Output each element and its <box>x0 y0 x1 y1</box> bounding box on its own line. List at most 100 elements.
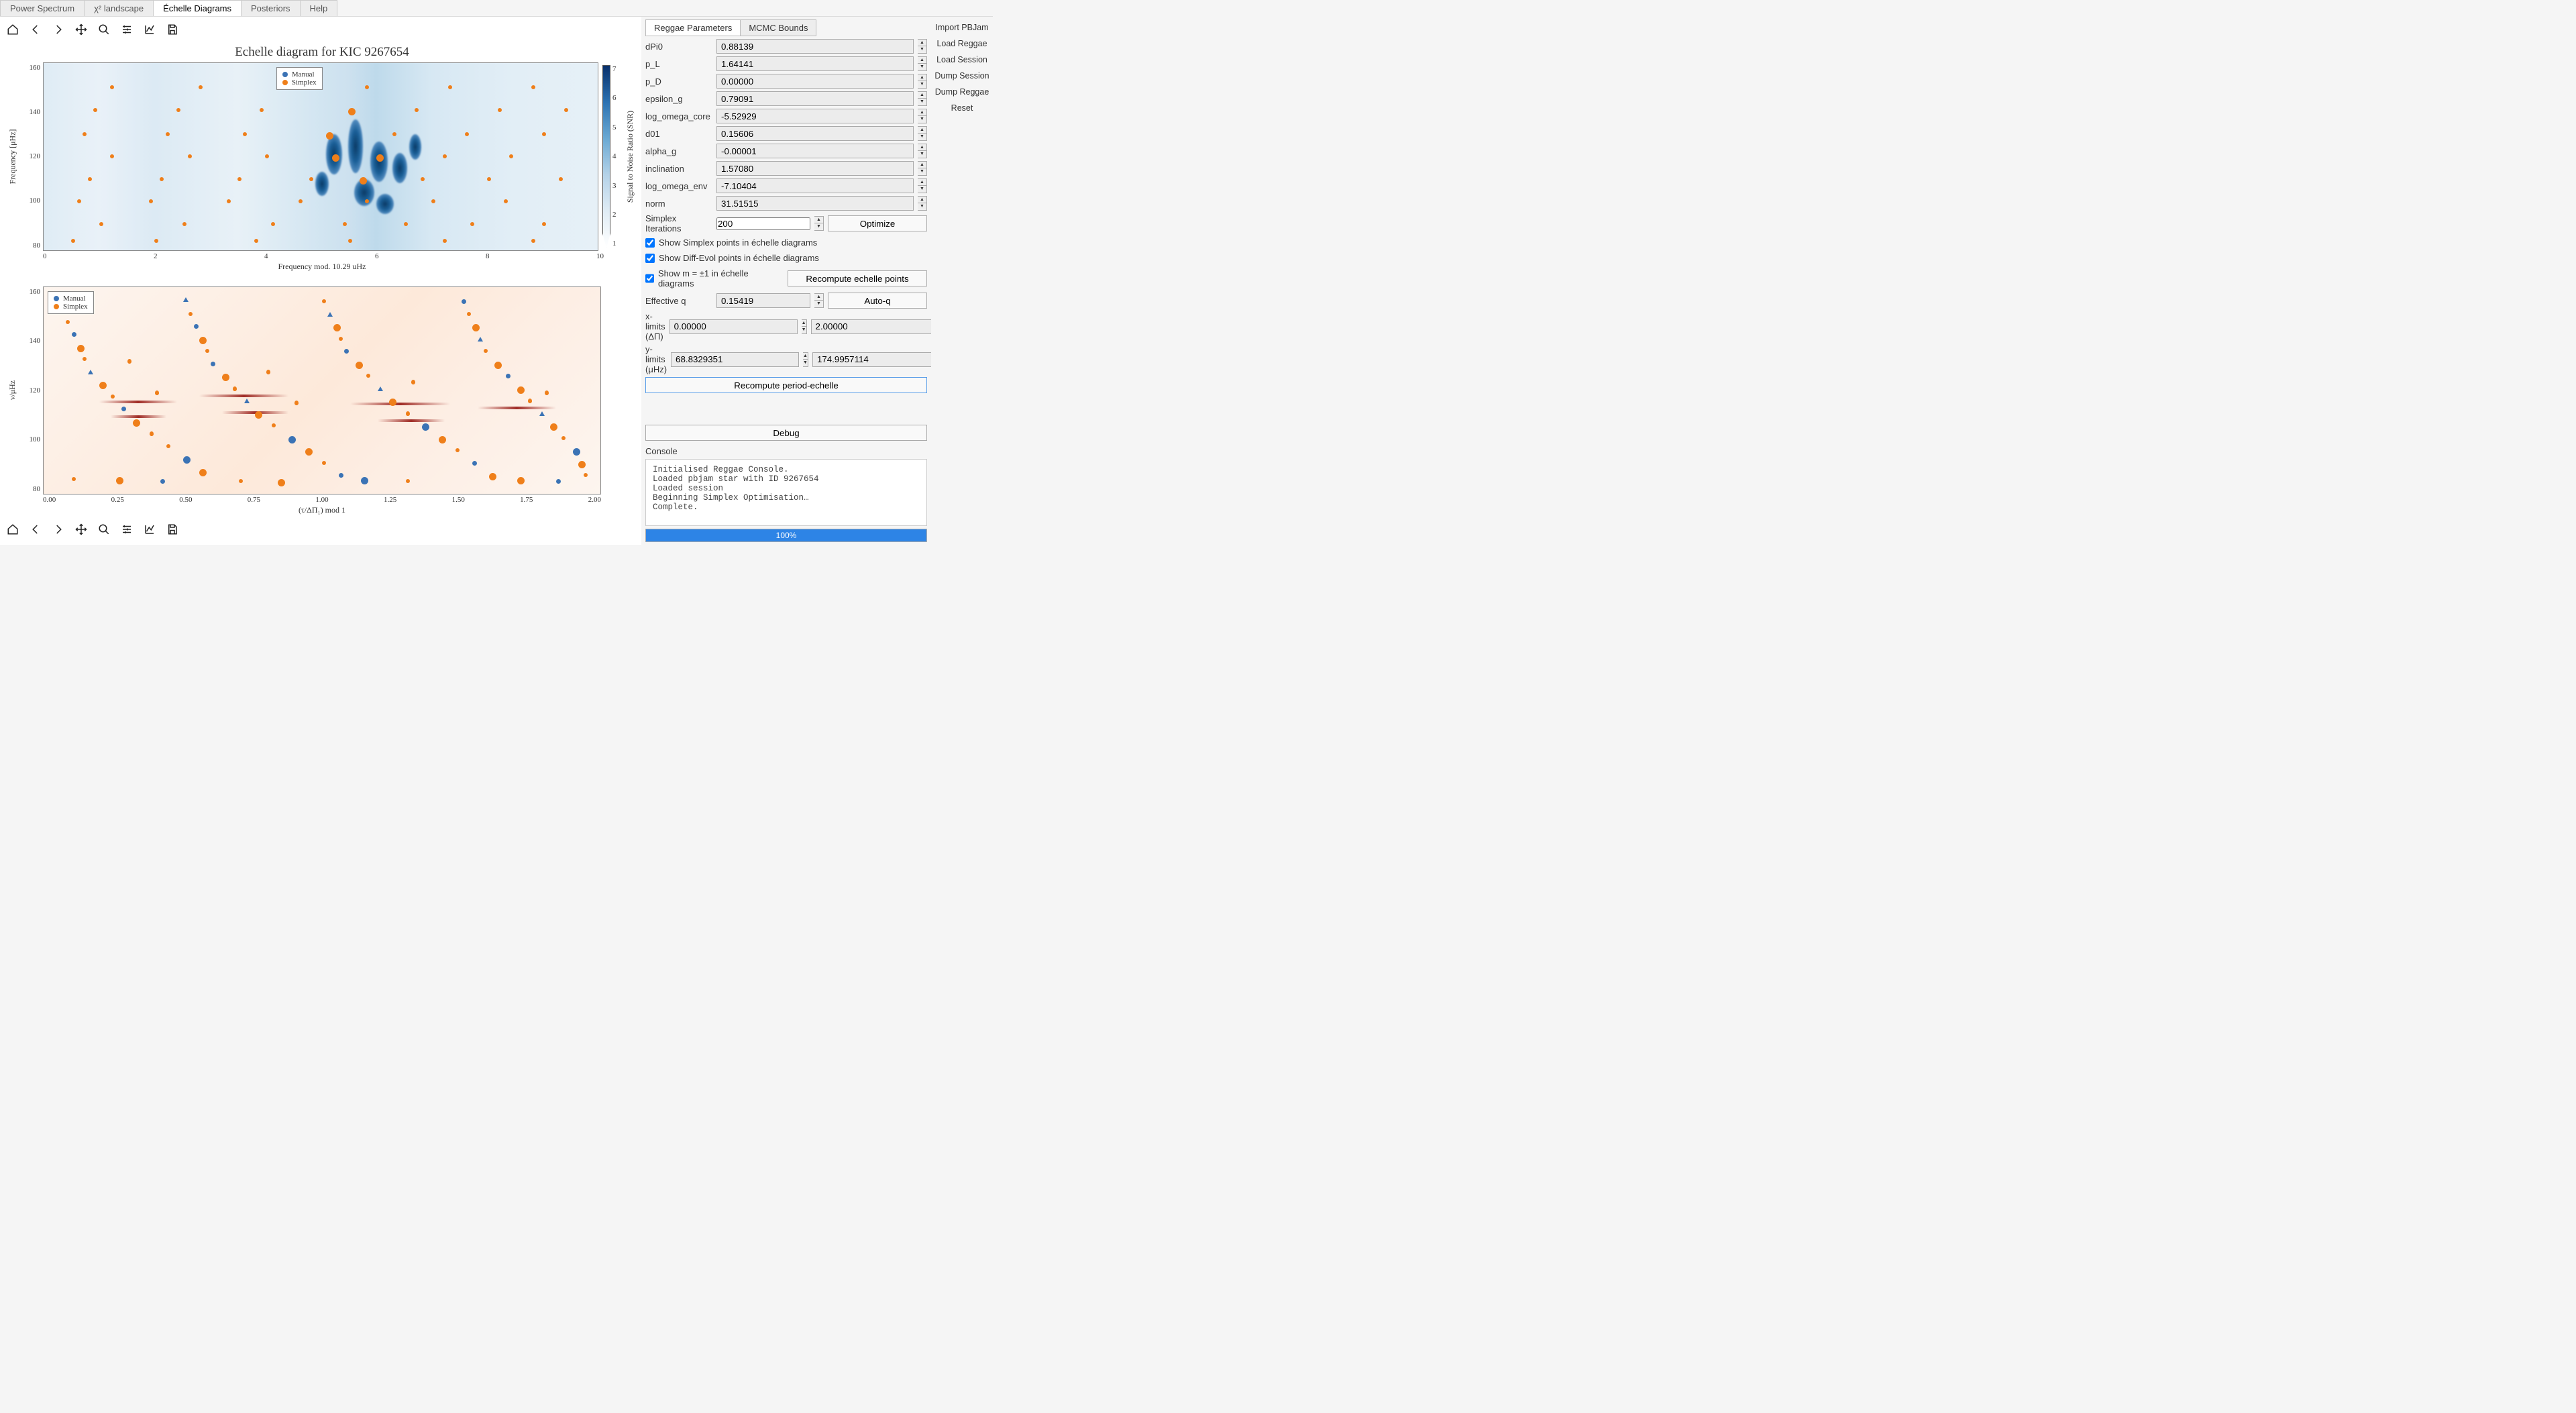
dpi0-spinner[interactable]: ▲▼ <box>918 39 927 54</box>
right-panel: Reggae Parameters MCMC Bounds dPi0▲▼ p_L… <box>641 17 931 545</box>
ylimits-lo-input[interactable] <box>671 352 799 367</box>
period-echelle-chart: ν/μHz 80100120140160 Manual Simplex <box>3 286 641 517</box>
pl-input[interactable] <box>716 56 914 71</box>
show-diffevol-label: Show Diff-Evol points in échelle diagram… <box>659 253 819 263</box>
simplex-iter-input[interactable] <box>716 217 810 230</box>
log-omega-env-label: log_omega_env <box>645 181 712 191</box>
chart2-legend: Manual Simplex <box>48 291 94 314</box>
save-icon[interactable] <box>165 22 180 37</box>
reset-button[interactable]: Reset <box>934 101 990 115</box>
norm-label: norm <box>645 199 712 209</box>
chart1-colorbar: 1234567 <box>598 62 625 251</box>
xlimits-label: x-limits (ΔΠ) <box>645 311 665 342</box>
main-tabs: Power Spectrum χ² landscape Échelle Diag… <box>0 0 993 17</box>
alpha-g-spinner[interactable]: ▲▼ <box>918 144 927 158</box>
zoom-icon[interactable] <box>97 22 111 37</box>
inclination-input[interactable] <box>716 161 914 176</box>
xlimits-lo-input[interactable] <box>669 319 798 334</box>
debug-button[interactable]: Debug <box>645 425 927 441</box>
d01-label: d01 <box>645 129 712 139</box>
show-diffevol-check[interactable] <box>645 254 655 263</box>
back-icon[interactable] <box>28 522 43 537</box>
configure-icon[interactable] <box>119 22 134 37</box>
mpl-toolbar-top <box>3 17 641 42</box>
pan-icon[interactable] <box>74 22 89 37</box>
tab-power-spectrum[interactable]: Power Spectrum <box>0 0 85 16</box>
pl-spinner[interactable]: ▲▼ <box>918 56 927 71</box>
chart2-canvas[interactable]: Manual Simplex <box>43 286 601 495</box>
back-icon[interactable] <box>28 22 43 37</box>
pan-icon[interactable] <box>74 522 89 537</box>
load-session-button[interactable]: Load Session <box>934 53 990 66</box>
chart2-yticks: 80100120140160 <box>23 286 43 495</box>
dump-session-button[interactable]: Dump Session <box>934 69 990 83</box>
load-reggae-button[interactable]: Load Reggae <box>934 37 990 50</box>
effective-q-spinner[interactable]: ▲▼ <box>814 293 824 308</box>
log-omega-core-spinner[interactable]: ▲▼ <box>918 109 927 123</box>
inclination-spinner[interactable]: ▲▼ <box>918 161 927 176</box>
dpi0-input[interactable] <box>716 39 914 54</box>
plots-area: Echelle diagram for KIC 9267654 Frequenc… <box>0 17 641 545</box>
pd-label: p_D <box>645 76 712 87</box>
pd-spinner[interactable]: ▲▼ <box>918 74 927 89</box>
log-omega-core-input[interactable] <box>716 109 914 123</box>
auto-q-button[interactable]: Auto-q <box>828 293 927 309</box>
zoom-icon[interactable] <box>97 522 111 537</box>
pl-label: p_L <box>645 59 712 69</box>
subtab-reggae[interactable]: Reggae Parameters <box>645 19 741 36</box>
progress-bar: 100% <box>645 529 927 542</box>
pd-input[interactable] <box>716 74 914 89</box>
chart1-title: Echelle diagram for KIC 9267654 <box>3 42 641 62</box>
ylimits-hi-input[interactable] <box>812 352 931 367</box>
actions-rail: Import PBJam Load Reggae Load Session Du… <box>931 17 993 545</box>
home-icon[interactable] <box>5 522 20 537</box>
ylimits-label: y-limits (μHz) <box>645 344 667 374</box>
ylimits-lo-spinner[interactable]: ▲▼ <box>803 352 808 367</box>
tab-posteriors[interactable]: Posteriors <box>241 0 301 16</box>
simplex-iter-spinner[interactable]: ▲▼ <box>814 216 824 231</box>
configure-icon[interactable] <box>119 522 134 537</box>
log-omega-env-spinner[interactable]: ▲▼ <box>918 178 927 193</box>
norm-spinner[interactable]: ▲▼ <box>918 196 927 211</box>
forward-icon[interactable] <box>51 522 66 537</box>
inclination-label: inclination <box>645 164 712 174</box>
mpl-toolbar-bottom <box>3 517 641 542</box>
show-m-label: Show m = ±1 in échelle diagrams <box>658 268 784 289</box>
axes-icon[interactable] <box>142 22 157 37</box>
norm-input[interactable] <box>716 196 914 211</box>
show-simplex-check[interactable] <box>645 238 655 248</box>
dump-reggae-button[interactable]: Dump Reggae <box>934 85 990 99</box>
recompute-period-button[interactable]: Recompute period-echelle <box>645 377 927 393</box>
tab-help[interactable]: Help <box>300 0 338 16</box>
home-icon[interactable] <box>5 22 20 37</box>
tab-echelle-diagrams[interactable]: Échelle Diagrams <box>153 0 241 16</box>
chart1-xticks: 0246810 <box>43 251 604 262</box>
tab-chi2-landscape[interactable]: χ² landscape <box>84 0 154 16</box>
progress-text: 100% <box>646 529 926 541</box>
recompute-echelle-button[interactable]: Recompute echelle points <box>788 270 927 286</box>
chart1-canvas[interactable]: Manual Simplex <box>43 62 598 251</box>
chart2-xticks: 0.000.250.500.751.001.251.501.752.00 <box>43 494 601 505</box>
import-pbjam-button[interactable]: Import PBJam <box>934 21 990 34</box>
save-icon[interactable] <box>165 522 180 537</box>
epsilon-g-spinner[interactable]: ▲▼ <box>918 91 927 106</box>
forward-icon[interactable] <box>51 22 66 37</box>
effective-q-input[interactable] <box>716 293 810 308</box>
d01-spinner[interactable]: ▲▼ <box>918 126 927 141</box>
show-simplex-label: Show Simplex points in échelle diagrams <box>659 238 817 248</box>
log-omega-env-input[interactable] <box>716 178 914 193</box>
xlimits-hi-input[interactable] <box>811 319 931 334</box>
d01-input[interactable] <box>716 126 914 141</box>
chart1-dots <box>44 63 598 250</box>
axes-icon[interactable] <box>142 522 157 537</box>
epsilon-g-label: epsilon_g <box>645 94 712 104</box>
show-m-check[interactable] <box>645 271 654 286</box>
alpha-g-input[interactable] <box>716 144 914 158</box>
xlimits-lo-spinner[interactable]: ▲▼ <box>802 319 807 334</box>
simplex-iter-label: Simplex Iterations <box>645 213 712 233</box>
chart1-ylabel: Frequency [μHz] <box>8 129 18 184</box>
epsilon-g-input[interactable] <box>716 91 914 106</box>
optimize-button[interactable]: Optimize <box>828 215 927 231</box>
sub-tabs: Reggae Parameters MCMC Bounds <box>645 19 927 36</box>
subtab-mcmc[interactable]: MCMC Bounds <box>740 19 816 36</box>
